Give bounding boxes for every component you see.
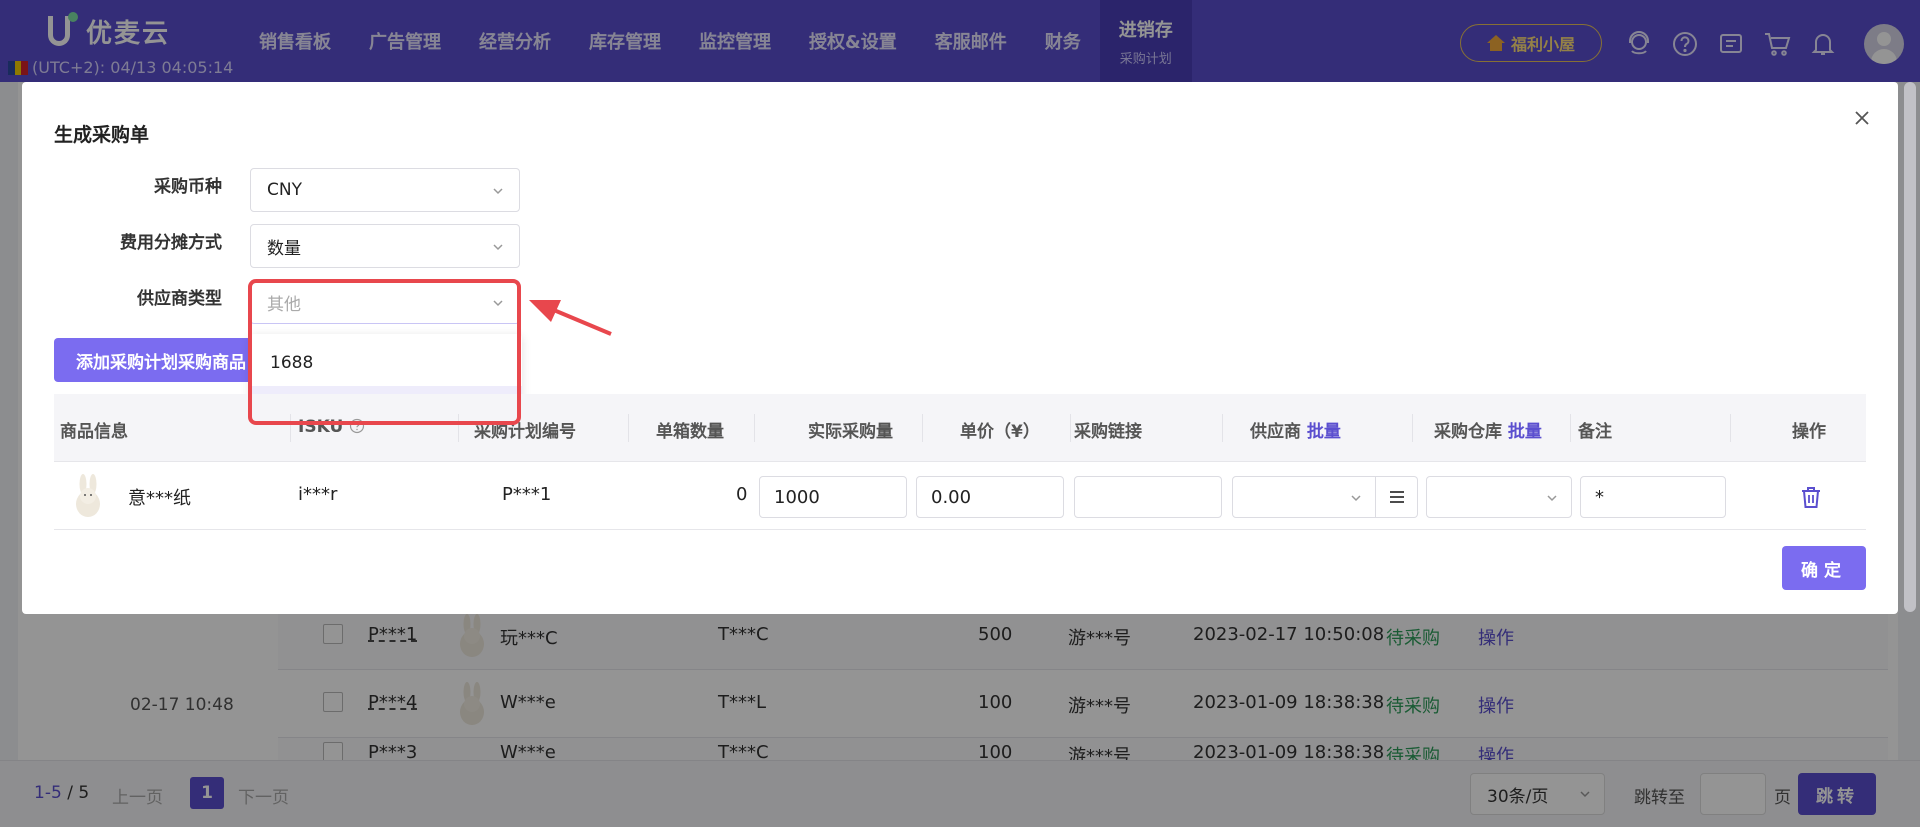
col-isku-label: ISKU	[298, 417, 344, 437]
purchase-link-input[interactable]	[1074, 476, 1222, 518]
chevron-down-icon	[1547, 495, 1557, 502]
warehouse-batch-link[interactable]: 批量	[1508, 422, 1542, 442]
supplier-type-label: 供应商类型	[137, 289, 222, 309]
chevron-down-icon	[493, 300, 503, 307]
generate-purchase-order-modal: 生成采购单 采购币种 CNY 费用分摊方式 数量 供应商类型 添加采购计划采购商…	[22, 82, 1898, 614]
plan-no-value: P***1	[502, 484, 552, 505]
allocation-value: 数量	[267, 238, 301, 259]
supplier-list-button[interactable]	[1376, 476, 1418, 518]
col-plan-no: 采购计划编号	[474, 422, 576, 442]
product-thumbnail	[76, 474, 100, 517]
chevron-down-icon	[493, 244, 503, 251]
allocation-select[interactable]: 数量	[250, 224, 520, 268]
col-product: 商品信息	[60, 422, 128, 442]
chevron-down-icon	[1351, 495, 1361, 502]
warehouse-select[interactable]	[1426, 476, 1572, 518]
chevron-down-icon	[493, 188, 503, 195]
col-warehouse: 采购仓库 批量	[1434, 417, 1542, 442]
col-box-qty: 单箱数量	[656, 422, 724, 442]
currency-label: 采购币种	[154, 177, 222, 197]
modal-title: 生成采购单	[54, 124, 150, 146]
col-action: 操作	[1792, 422, 1826, 442]
col-warehouse-label: 采购仓库	[1434, 422, 1502, 442]
confirm-button[interactable]: 确定	[1782, 546, 1866, 590]
isku-value: i***r	[298, 484, 338, 505]
scrollbar[interactable]	[1904, 82, 1916, 612]
col-unit-price: 单价（¥）	[960, 422, 1040, 442]
purchase-items-table: 商品信息 ISKU 采购计划编号 单箱数量 实际采购量 单价（¥） 采购链接 供…	[54, 394, 1866, 530]
currency-value: CNY	[267, 180, 302, 200]
supplier-select[interactable]	[1232, 476, 1376, 518]
menu-list-icon	[1389, 491, 1404, 503]
table-row: 意***纸 i***r P***1 0 1000 0.00 *	[54, 462, 1866, 530]
currency-select[interactable]: CNY	[250, 168, 520, 212]
supplier-type-select[interactable]: 其他	[250, 280, 520, 324]
box-qty-value: 0	[736, 484, 748, 505]
col-isku: ISKU	[298, 417, 365, 437]
add-plan-items-button[interactable]: 添加采购计划采购商品	[54, 338, 254, 382]
unit-price-input[interactable]: 0.00	[916, 476, 1064, 518]
col-supplier-label: 供应商	[1250, 422, 1301, 442]
col-link: 采购链接	[1074, 422, 1142, 442]
supplier-batch-link[interactable]: 批量	[1307, 422, 1341, 442]
close-icon[interactable]	[1850, 106, 1874, 130]
table-header: 商品信息 ISKU 采购计划编号 单箱数量 实际采购量 单价（¥） 采购链接 供…	[54, 394, 1866, 462]
actual-qty-input[interactable]: 1000	[759, 476, 907, 518]
annotation-arrow-icon	[529, 300, 612, 336]
supplier-type-value: 其他	[267, 294, 301, 315]
remark-input[interactable]: *	[1580, 476, 1726, 518]
trash-icon[interactable]	[1798, 484, 1824, 510]
allocation-label: 费用分摊方式	[120, 233, 222, 253]
col-remark: 备注	[1578, 422, 1612, 442]
product-name: 意***纸	[128, 488, 191, 509]
col-actual-qty: 实际采购量	[808, 422, 893, 442]
help-icon[interactable]	[349, 418, 365, 434]
dropdown-option-1688[interactable]: 1688	[250, 342, 522, 384]
col-supplier: 供应商 批量	[1250, 417, 1341, 442]
